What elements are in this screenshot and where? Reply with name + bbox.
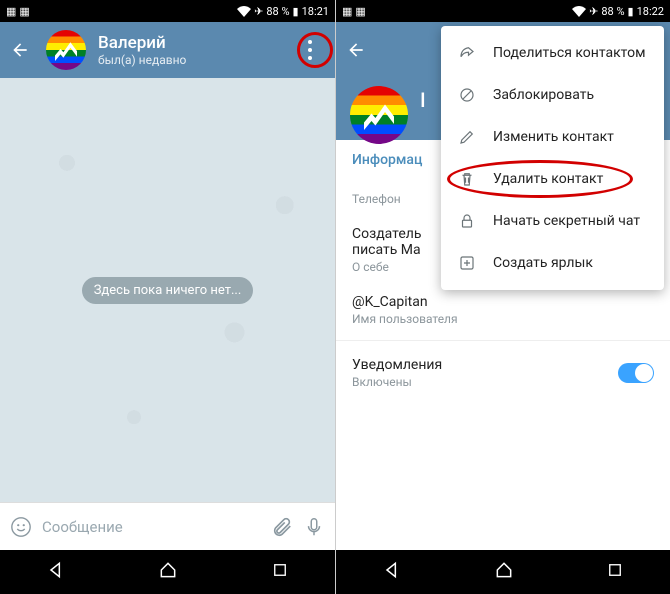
battery-icon: ▮ [628, 5, 634, 18]
android-navbar [336, 550, 670, 594]
username-text[interactable]: @K_Capitan [352, 294, 654, 310]
status-bar: ▦ ▦ ✈ 88 % ▮ 18:21 [0, 0, 335, 22]
back-button[interactable] [344, 40, 368, 60]
gallery-icon: ▦ [6, 5, 16, 18]
gallery-icon: ▦ [19, 5, 29, 18]
clock-text: 18:21 [302, 5, 329, 18]
notifications-status: Включены [352, 375, 442, 389]
contact-name: Валерий [98, 33, 293, 53]
nav-home[interactable] [494, 560, 514, 584]
menu-delete-contact[interactable]: Удалить контакт [441, 158, 664, 200]
wifi-icon [237, 6, 251, 17]
trash-icon [457, 170, 477, 188]
notifications-title: Уведомления [352, 357, 442, 373]
notifications-toggle[interactable] [618, 363, 654, 383]
empty-chat-text: Здесь пока ничего нет... [82, 277, 254, 304]
gallery-icon: ▦ [342, 5, 352, 18]
pencil-icon [457, 128, 477, 146]
gallery-icon: ▦ [355, 5, 365, 18]
nav-back[interactable] [382, 560, 402, 584]
battery-icon: ▮ [293, 5, 299, 18]
menu-block[interactable]: Заблокировать [441, 74, 664, 116]
chat-header: Валерий был(а) недавно [0, 22, 335, 78]
menu-label: Удалить контакт [493, 171, 603, 187]
block-icon [457, 86, 477, 104]
notifications-row[interactable]: Уведомления Включены [336, 345, 670, 401]
back-button[interactable] [8, 40, 32, 60]
menu-label: Создать ярлык [493, 255, 593, 271]
menu-label: Начать секретный чат [493, 213, 640, 229]
clock-text: 18:22 [637, 5, 664, 18]
divider [336, 340, 670, 341]
message-input[interactable]: Сообщение [42, 518, 261, 536]
avatar[interactable] [350, 86, 408, 144]
nav-recent[interactable] [606, 561, 624, 583]
menu-secret-chat[interactable]: Начать секретный чат [441, 200, 664, 242]
context-menu: Поделиться контактом Заблокировать Измен… [441, 26, 664, 290]
menu-label: Изменить контакт [493, 129, 614, 145]
menu-share-contact[interactable]: Поделиться контактом [441, 32, 664, 74]
contact-name-partial: I [420, 88, 426, 140]
battery-text: 88 % [601, 5, 624, 18]
chat-body: Здесь пока ничего нет... [0, 78, 335, 502]
battery-text: 88 % [266, 5, 289, 18]
screen-chat: ▦ ▦ ✈ 88 % ▮ 18:21 Валерий был(а) недавн… [0, 0, 335, 594]
username-label: Имя пользователя [352, 312, 654, 326]
status-bar: ▦ ▦ ✈ 88 % ▮ 18:22 [336, 0, 670, 22]
contact-title[interactable]: Валерий был(а) недавно [98, 33, 293, 67]
mic-button[interactable] [303, 516, 325, 538]
menu-label: Заблокировать [493, 87, 594, 103]
android-navbar [0, 550, 335, 594]
lock-icon [457, 212, 477, 230]
nav-home[interactable] [158, 560, 178, 584]
share-icon [457, 44, 477, 62]
plus-box-icon [457, 254, 477, 272]
attach-button[interactable] [271, 516, 293, 538]
last-seen: был(а) недавно [98, 53, 293, 67]
emoji-button[interactable] [10, 516, 32, 538]
avatar[interactable] [46, 30, 86, 70]
more-button[interactable] [293, 33, 327, 67]
nav-back[interactable] [46, 560, 66, 584]
message-input-bar: Сообщение [0, 502, 335, 550]
menu-label: Поделиться контактом [493, 45, 645, 61]
airplane-icon: ✈ [254, 5, 263, 18]
menu-edit-contact[interactable]: Изменить контакт [441, 116, 664, 158]
nav-recent[interactable] [271, 561, 289, 583]
menu-create-shortcut[interactable]: Создать ярлык [441, 242, 664, 284]
screen-profile: ▦ ▦ ✈ 88 % ▮ 18:22 I Информац Телефон Со… [335, 0, 670, 594]
wifi-icon [572, 6, 586, 17]
airplane-icon: ✈ [589, 5, 598, 18]
